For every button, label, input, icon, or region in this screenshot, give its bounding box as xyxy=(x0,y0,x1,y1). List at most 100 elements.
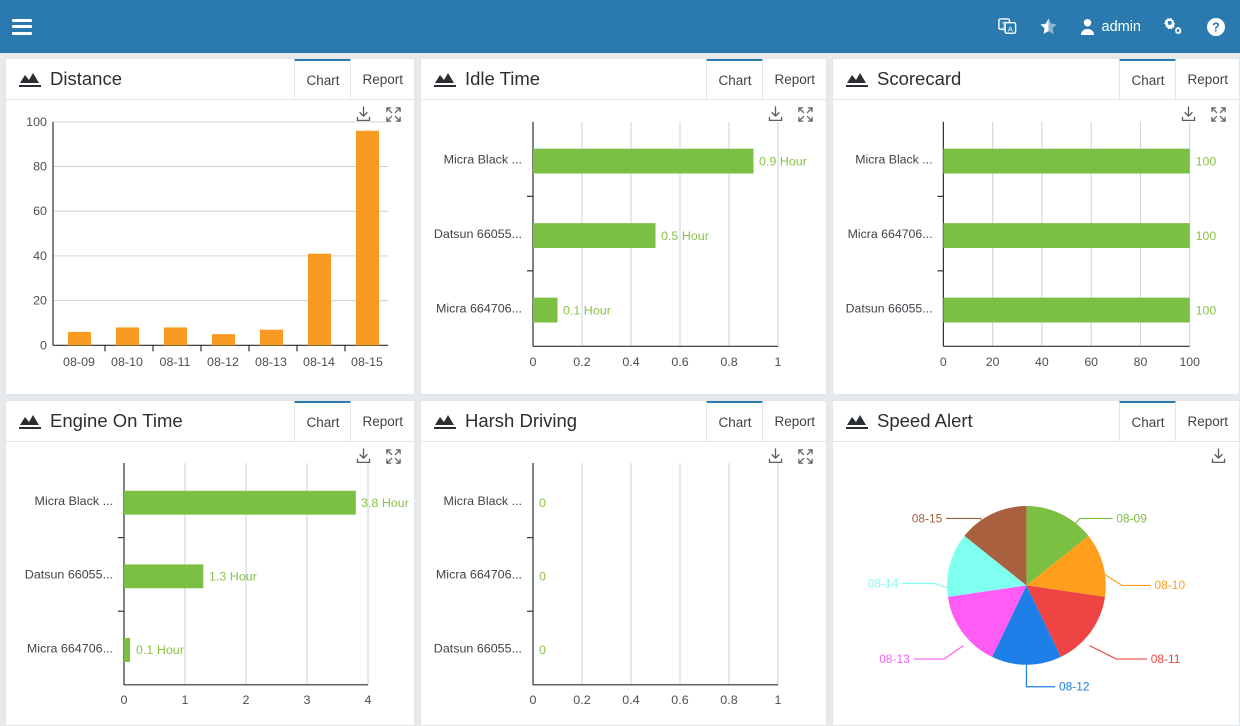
bar-datsun-66055 xyxy=(943,297,1190,323)
card-distance: Distance Chart Report 100 80 60 40 20 0 … xyxy=(5,58,415,395)
x-axis-ticks: 0 20 40 60 80 100 xyxy=(940,355,1200,369)
svg-text:0.1 Hour: 0.1 Hour xyxy=(136,643,184,657)
svg-text:20: 20 xyxy=(33,294,47,308)
svg-text:0: 0 xyxy=(40,338,47,352)
area-chart-icon xyxy=(434,415,456,429)
pie-label-08-12: 08-12 xyxy=(1059,680,1090,694)
tab-report[interactable]: Report xyxy=(1176,401,1239,440)
card-title-text: Engine On Time xyxy=(50,410,183,431)
tab-chart[interactable]: Chart xyxy=(294,59,352,99)
svg-text:0: 0 xyxy=(121,693,128,707)
tab-report[interactable]: Report xyxy=(763,401,826,440)
card-tools xyxy=(355,106,402,123)
user-name-label: admin xyxy=(1101,18,1142,35)
bars: 3.8 Hour 1.3 Hour 0.1 Hour xyxy=(124,490,409,662)
card-engine-on-time: Engine On Time Chart Report Micra Black … xyxy=(5,400,415,726)
pie-label-08-10: 08-10 xyxy=(1155,578,1186,592)
card-title-harsh-driving: Harsh Driving xyxy=(421,401,577,441)
card-tabs: Chart Report xyxy=(294,59,414,99)
hamburger-icon[interactable] xyxy=(12,18,32,35)
card-body: Micra Black ... Micra 664706... Datsun 6… xyxy=(421,442,826,725)
svg-text:0.8: 0.8 xyxy=(720,693,738,707)
svg-text:Datsun 66055...: Datsun 66055... xyxy=(25,568,113,582)
expand-icon[interactable] xyxy=(797,448,814,465)
card-tools xyxy=(767,448,814,465)
bars: 100 100 100 xyxy=(943,148,1216,323)
navbar-actions: 文A admin ? xyxy=(997,17,1227,37)
hamburger-line xyxy=(12,25,32,28)
svg-text:?: ? xyxy=(1212,20,1220,34)
svg-text:Micra 664706...: Micra 664706... xyxy=(436,568,522,582)
card-title-engine-on-time: Engine On Time xyxy=(6,401,183,441)
svg-text:0: 0 xyxy=(940,355,947,369)
svg-text:0.6: 0.6 xyxy=(671,355,688,369)
svg-text:0.4: 0.4 xyxy=(622,355,639,369)
svg-text:Micra 664706...: Micra 664706... xyxy=(848,227,933,241)
expand-icon[interactable] xyxy=(797,106,814,123)
speed-alert-pie-chart: 08-09 08-10 08-11 08-12 08-13 08-14 08-1… xyxy=(868,506,1186,694)
chart-speed-alert: 08-09 08-10 08-11 08-12 08-13 08-14 08-1… xyxy=(833,442,1239,725)
svg-text:08-15: 08-15 xyxy=(351,355,383,369)
svg-text:20: 20 xyxy=(986,355,1000,369)
download-icon[interactable] xyxy=(767,448,784,465)
card-body: 100 80 60 40 20 0 08-09 08-10 08-11 08-1… xyxy=(6,100,414,394)
tab-chart[interactable]: Chart xyxy=(1119,401,1177,441)
help-icon[interactable]: ? xyxy=(1206,17,1226,37)
tab-report[interactable]: Report xyxy=(351,59,414,98)
tab-chart[interactable]: Chart xyxy=(706,59,764,99)
x-axis-ticks: 08-09 08-10 08-11 08-12 08-13 08-14 08-1… xyxy=(63,345,383,369)
bar-micra-black xyxy=(943,148,1190,174)
card-header: Distance Chart Report xyxy=(6,59,414,100)
svg-text:Micra Black ...: Micra Black ... xyxy=(35,494,113,508)
svg-text:Datsun 66055...: Datsun 66055... xyxy=(434,227,522,241)
download-icon[interactable] xyxy=(1180,106,1197,123)
gridlines xyxy=(532,463,779,685)
y-axis-ticks: Micra Black ... Datsun 66055... Micra 66… xyxy=(25,494,124,655)
gridlines xyxy=(53,121,388,346)
tab-report[interactable]: Report xyxy=(1176,59,1239,98)
svg-text:80: 80 xyxy=(33,160,47,174)
language-icon[interactable]: 文A xyxy=(997,17,1017,36)
download-icon[interactable] xyxy=(1210,448,1227,465)
y-axis-ticks: Micra Black ... Micra 664706... Datsun 6… xyxy=(846,153,944,316)
card-header: Speed Alert Chart Report xyxy=(833,401,1239,442)
download-icon[interactable] xyxy=(767,106,784,123)
chart-idle-time: Micra Black ... Datsun 66055... Micra 66… xyxy=(421,100,826,394)
expand-icon[interactable] xyxy=(1210,106,1227,123)
expand-icon[interactable] xyxy=(385,106,402,123)
tab-chart[interactable]: Chart xyxy=(706,401,764,441)
svg-text:Datsun 66055...: Datsun 66055... xyxy=(434,642,522,656)
svg-text:0.2: 0.2 xyxy=(573,355,590,369)
bar-08-09 xyxy=(68,331,91,346)
pie-label-08-14: 08-14 xyxy=(868,576,899,590)
card-body: Micra Black ... Datsun 66055... Micra 66… xyxy=(6,442,414,725)
svg-text:0.4: 0.4 xyxy=(622,693,640,707)
download-icon[interactable] xyxy=(355,106,372,123)
settings-gears-icon[interactable] xyxy=(1163,17,1184,36)
card-idle-time: Idle Time Chart Report Micra Black ... D… xyxy=(420,58,827,395)
svg-text:08-14: 08-14 xyxy=(303,355,335,369)
area-chart-icon xyxy=(846,73,868,87)
bar-micra-black xyxy=(124,490,356,515)
svg-text:Micra Black ...: Micra Black ... xyxy=(855,153,932,167)
svg-text:Micra Black ...: Micra Black ... xyxy=(444,494,522,508)
card-header: Scorecard Chart Report xyxy=(833,59,1239,100)
user-menu[interactable]: admin xyxy=(1080,18,1142,35)
tab-chart[interactable]: Chart xyxy=(1119,59,1177,99)
pie-label-08-11: 08-11 xyxy=(1151,652,1181,666)
card-title-text: Distance xyxy=(50,68,122,89)
star-icon[interactable] xyxy=(1039,17,1058,36)
download-icon[interactable] xyxy=(355,448,372,465)
card-title-text: Scorecard xyxy=(877,68,962,89)
tab-report[interactable]: Report xyxy=(763,59,826,98)
tab-chart[interactable]: Chart xyxy=(294,401,352,441)
card-body: Micra Black ... Datsun 66055... Micra 66… xyxy=(421,100,826,394)
bars: 0.9 Hour 0.5 Hour 0.1 Hour xyxy=(533,148,807,323)
x-axis-ticks: 0 0.2 0.4 0.6 0.8 1 xyxy=(530,693,782,707)
pie-slices xyxy=(947,506,1106,665)
pie-label-08-09: 08-09 xyxy=(1116,511,1147,525)
tab-report[interactable]: Report xyxy=(351,401,414,440)
bar-micra-664706 xyxy=(533,297,558,323)
y-axis-ticks: Micra Black ... Micra 664706... Datsun 6… xyxy=(434,494,533,655)
expand-icon[interactable] xyxy=(385,448,402,465)
